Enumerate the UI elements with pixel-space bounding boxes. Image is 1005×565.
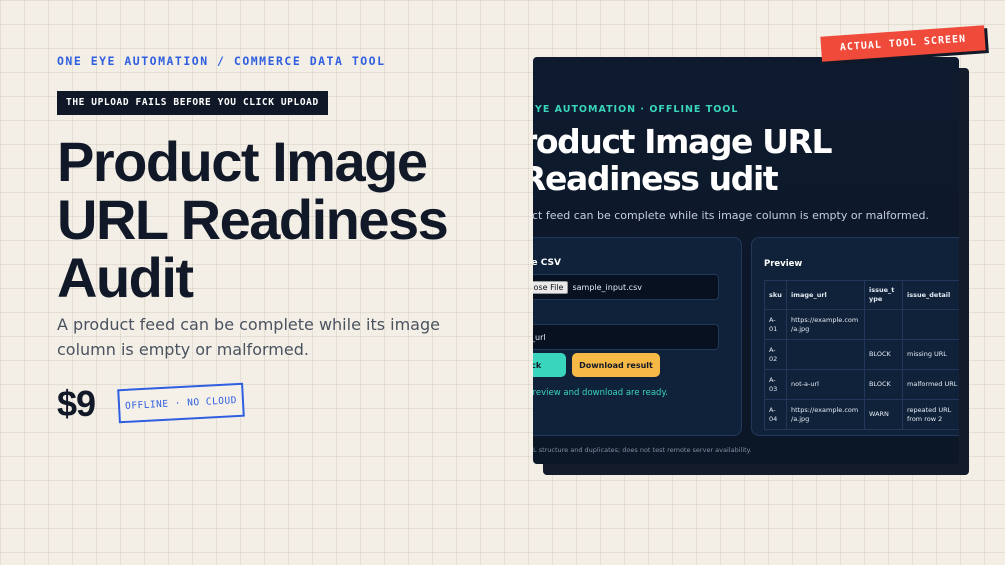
table-cell: WARN [864, 399, 903, 430]
table-cell: repeated URL from row 2 [902, 399, 959, 430]
table-cell: A-01 [764, 309, 787, 340]
tool-subtitle: uct feed can be complete while its image… [533, 209, 930, 222]
tool-title: roduct Image URL Readiness udit [533, 122, 833, 198]
table-cell [864, 309, 903, 340]
table-cell: BLOCK [864, 339, 903, 370]
preview-title: Preview [764, 259, 803, 269]
table-cell: https://example.com/a.jpg [786, 309, 865, 340]
column-value: ge_url [533, 332, 546, 342]
table-cell: not-a-url [786, 369, 865, 400]
hero-title: Product Image URL Readiness Audit [57, 130, 449, 309]
table-row: A-03 not-a-url BLOCK malformed URL [764, 369, 959, 400]
table-row: A-01 https://example.com/a.jpg [764, 309, 959, 340]
table-cell: https://example.com/a.jpg [786, 399, 865, 430]
column-header: sku [764, 280, 787, 310]
column-header: issue_detail [902, 280, 959, 310]
preview-card: Preview sku image_url issue_type issue_d… [751, 237, 959, 436]
offline-badge: OFFLINE · NO CLOUD [117, 382, 245, 424]
warning-tag: THE UPLOAD FAILS BEFORE YOU CLICK UPLOAD [57, 91, 328, 115]
status-message: : Preview and download are ready. [533, 388, 668, 398]
table-cell: BLOCK [864, 369, 903, 400]
download-result-button[interactable]: Download result [572, 353, 660, 377]
table-cell: A-04 [764, 399, 787, 430]
table-header-row: sku image_url issue_type issue_detail [764, 280, 959, 310]
hero-subtitle: A product feed can be complete while its… [57, 315, 440, 359]
choose-csv-label: ose CSV [533, 258, 561, 268]
file-input[interactable]: Choose File sample_input.csv [533, 274, 719, 300]
table-row: A-02 BLOCK missing URL [764, 339, 959, 370]
tool-footer-note: L structure and duplicates; does not tes… [533, 446, 752, 454]
table-cell: malformed URL [902, 369, 959, 400]
table-row: A-04 https://example.com/a.jpg WARN repe… [764, 399, 959, 430]
table-cell: A-02 [764, 339, 787, 370]
tool-screenshot: YE AUTOMATION · OFFLINE TOOL roduct Imag… [533, 57, 959, 464]
tool-brand: YE AUTOMATION · OFFLINE TOOL [535, 104, 739, 115]
column-header: issue_type [864, 280, 903, 310]
table-cell [786, 339, 865, 370]
table-cell: missing URL [902, 339, 959, 370]
input-card: ose CSV Choose File sample_input.csv ng … [533, 237, 742, 436]
preview-table: sku image_url issue_type issue_detail A-… [764, 280, 959, 430]
table-cell: A-03 [764, 369, 787, 400]
table-cell [902, 309, 959, 340]
choose-file-button[interactable]: Choose File [533, 280, 569, 294]
price-tag: $9 [57, 383, 96, 424]
column-header: image_url [786, 280, 865, 310]
run-check-button[interactable]: n check [533, 353, 566, 377]
file-name: sample_input.csv [572, 282, 642, 292]
brand-line: ONE EYE AUTOMATION / COMMERCE DATA TOOL [57, 54, 386, 68]
column-input[interactable]: ge_url [533, 324, 719, 350]
